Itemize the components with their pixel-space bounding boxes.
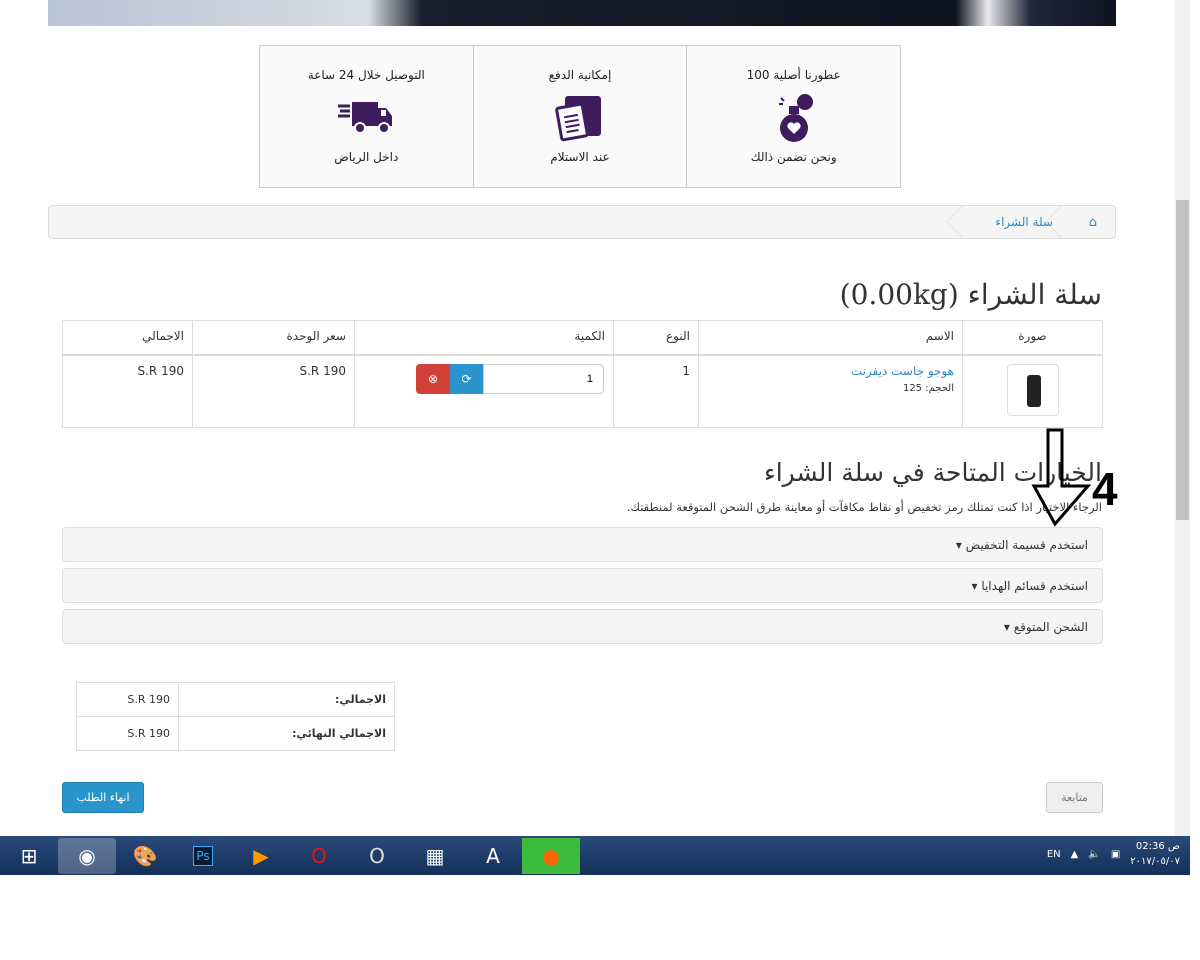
grand-total-label: الاجمالي النهائي: bbox=[178, 716, 395, 751]
clock[interactable]: 02:36 ص ٢٠١٧/٠٥/٠٧ bbox=[1130, 839, 1180, 869]
product-type: 1 bbox=[613, 354, 699, 428]
breadcrumb-cart[interactable]: سلة الشراء bbox=[995, 215, 1053, 229]
caret-down-icon: ▾ bbox=[971, 579, 978, 593]
row-total: S.R 190 bbox=[62, 354, 193, 428]
calculator-icon[interactable]: ▦ bbox=[406, 838, 464, 874]
unit-price: S.R 190 bbox=[192, 354, 355, 428]
product-image-cell bbox=[962, 354, 1103, 428]
arrow-down-annotation bbox=[1031, 428, 1092, 527]
paint-icon[interactable]: 🎨 bbox=[116, 838, 174, 874]
product-size: الحجم: 125 bbox=[902, 382, 954, 394]
language-indicator[interactable]: EN bbox=[1047, 849, 1061, 860]
hero-banner bbox=[48, 0, 1116, 26]
breadcrumb-separator bbox=[946, 205, 980, 239]
col-name: الاسم bbox=[698, 320, 963, 356]
shipping-panel[interactable]: الشحن المتوقع ▾ bbox=[62, 609, 1103, 644]
totals-row: الاجمالي: S.R 190 bbox=[76, 682, 395, 717]
chrome-icon[interactable]: ◉ bbox=[58, 837, 116, 874]
feature-subtitle: عند الاستلام bbox=[550, 150, 610, 164]
feature-subtitle: داخل الرياض bbox=[334, 150, 399, 164]
step-number-annotation: 4 bbox=[1092, 463, 1118, 515]
clipboard-box-icon bbox=[555, 96, 601, 142]
firefox-icon[interactable]: ● bbox=[522, 837, 580, 874]
feature-title: عطورنا أصلية 100 bbox=[746, 68, 841, 82]
feature-payment: إمكانية الدفع عند الاستلام bbox=[472, 46, 687, 187]
media-player-icon[interactable]: ▶ bbox=[232, 838, 290, 874]
caret-down-icon: ▾ bbox=[955, 538, 962, 552]
delivery-truck-icon bbox=[338, 102, 393, 134]
network-icon[interactable]: ▣ bbox=[1111, 849, 1120, 860]
quantity-cell: ⊗ ⟳ bbox=[354, 354, 614, 428]
features-strip: عطورنا أصلية 100 ونحن نضمن ذالك إمكانية … bbox=[259, 45, 901, 188]
system-tray: EN ▲ 🔈 ▣ 02:36 ص ٢٠١٧/٠٥/٠٧ bbox=[1047, 839, 1180, 869]
caret-down-icon: ▾ bbox=[1003, 620, 1010, 634]
subtotal-value: S.R 190 bbox=[76, 682, 179, 717]
checkout-button[interactable]: انهاء الطلب bbox=[62, 782, 144, 813]
volume-icon[interactable]: 🔈 bbox=[1088, 849, 1100, 860]
voucher-panel[interactable]: استخدم قسائم الهدايا ▾ bbox=[62, 568, 1103, 603]
opera-icon[interactable]: O bbox=[290, 838, 348, 874]
table-row: هوجو جاست ديفرنتالحجم: 125 1 ⊗⟳ S.R 190 … bbox=[62, 354, 1103, 428]
breadcrumb: ⌂ سلة الشراء bbox=[48, 205, 1116, 239]
refresh-icon[interactable]: ⟳ bbox=[450, 363, 483, 394]
panel-title: استخدم قسائم الهدايا bbox=[981, 579, 1088, 593]
remove-icon[interactable]: ⊗ bbox=[416, 363, 450, 394]
photoshop-icon[interactable]: Ps bbox=[174, 838, 232, 874]
opera-neon-icon[interactable]: O bbox=[348, 838, 406, 874]
quantity-input[interactable] bbox=[483, 363, 604, 394]
coupon-panel[interactable]: استخدم قسيمة التخفيض ▾ bbox=[62, 527, 1103, 562]
start-button[interactable]: ⊞ bbox=[0, 838, 58, 874]
scrollbar-thumb[interactable] bbox=[1176, 200, 1189, 520]
feature-title: إمكانية الدفع bbox=[548, 68, 612, 82]
product-link[interactable]: هوجو جاست ديفرنت bbox=[851, 364, 954, 378]
page-title: سلة الشراء (0.00kg) bbox=[839, 278, 1102, 311]
scrollbar[interactable] bbox=[1175, 0, 1190, 836]
product-name-cell: هوجو جاست ديفرنت الحجم: 125 bbox=[698, 354, 963, 428]
col-total: الاجمالي bbox=[62, 320, 193, 356]
perfume-icon bbox=[778, 94, 813, 142]
subtotal-label: الاجمالي: bbox=[178, 682, 395, 717]
panel-title: الشحن المتوقع bbox=[1013, 620, 1088, 634]
col-image: صورة bbox=[962, 320, 1103, 356]
feature-delivery: التوصيل خلال 24 ساعة داخل الرياض bbox=[260, 46, 473, 187]
continue-button[interactable]: متابعة bbox=[1046, 782, 1103, 813]
taskbar: ⊞ ◉ 🎨 Ps ▶ O O ▦ A ● EN ▲ 🔈 ▣ 02:36 ص ٢٠١… bbox=[0, 836, 1190, 875]
totals-table: الاجمالي: S.R 190 الاجمالي النهائي: S.R 19… bbox=[76, 682, 395, 751]
feature-title: التوصيل خلال 24 ساعة bbox=[307, 68, 425, 82]
clock-time: 02:36 ص bbox=[1135, 841, 1180, 852]
grand-total-value: S.R 190 bbox=[76, 716, 179, 751]
home-icon[interactable]: ⌂ bbox=[1089, 215, 1097, 230]
table-header: صورة الاسم النوع الكمية سعر الوحدة الاجم… bbox=[62, 320, 1103, 356]
col-type: النوع bbox=[613, 320, 699, 356]
feature-original: عطورنا أصلية 100 ونحن نضمن ذالك bbox=[686, 46, 900, 187]
product-thumbnail[interactable] bbox=[1006, 363, 1059, 416]
show-hidden-icons[interactable]: ▲ bbox=[1071, 849, 1079, 860]
feature-subtitle: ونحن نضمن ذالك bbox=[750, 150, 837, 164]
panel-title: استخدم قسيمة التخفيض bbox=[965, 538, 1088, 552]
totals-row: الاجمالي النهائي: S.R 190 bbox=[76, 716, 395, 751]
cart-table: صورة الاسم النوع الكمية سعر الوحدة الاجم… bbox=[62, 320, 1103, 428]
wordpad-icon[interactable]: A bbox=[464, 838, 522, 874]
col-unit-price: سعر الوحدة bbox=[192, 320, 355, 356]
clock-date: ٢٠١٧/٠٥/٠٧ bbox=[1130, 856, 1180, 867]
col-quantity: الكمية bbox=[354, 320, 614, 356]
